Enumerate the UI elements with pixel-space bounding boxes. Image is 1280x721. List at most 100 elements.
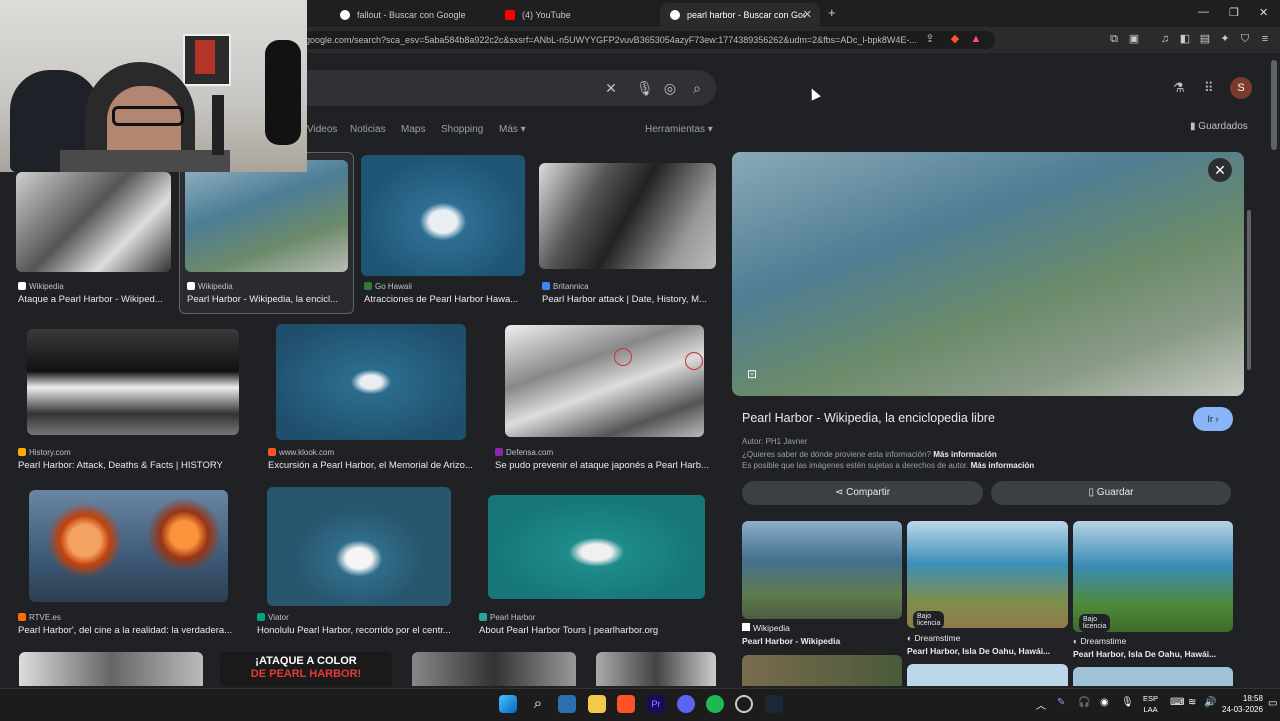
lens-icon[interactable]: ⊡: [747, 367, 757, 381]
search-icon[interactable]: ⌕: [529, 695, 547, 713]
brave-rewards-icon[interactable]: ▲: [970, 33, 982, 45]
panel-scrollbar-thumb[interactable]: [1247, 210, 1251, 370]
window-close-button[interactable]: ✕: [1259, 6, 1268, 19]
tools-button[interactable]: Herramientas ▾: [645, 124, 713, 135]
widgets-icon[interactable]: [558, 695, 576, 713]
file-explorer-icon[interactable]: [588, 695, 606, 713]
tab-youtube[interactable]: (4) YouTube: [495, 3, 655, 27]
leo-icon[interactable]: ✦: [1219, 33, 1231, 45]
pen-icon[interactable]: ✎: [1057, 697, 1065, 708]
result-title[interactable]: About Pearl Harbor Tours | pearlharbor.o…: [479, 625, 709, 636]
result-title[interactable]: Ataque a Pearl Harbor - Wikiped...: [18, 294, 173, 305]
tab-close-icon[interactable]: ✕: [803, 8, 812, 21]
related-image[interactable]: [1073, 667, 1233, 686]
new-tab-button[interactable]: +: [828, 5, 836, 20]
result-image[interactable]: [412, 652, 576, 686]
preview-title[interactable]: Pearl Harbor - Wikipedia, la enciclopedi…: [742, 411, 995, 425]
result-image[interactable]: [276, 324, 466, 440]
result-title[interactable]: Pearl Harbor', del cine a la realidad: l…: [18, 625, 240, 636]
result-image[interactable]: [267, 487, 451, 606]
labs-flask-icon[interactable]: ⚗: [1173, 80, 1185, 96]
related-title[interactable]: Pearl Harbor, Isla De Oahu, Hawái...: [907, 646, 1067, 656]
menu-icon[interactable]: ≡: [1259, 33, 1271, 45]
volume-icon[interactable]: 🔊: [1204, 697, 1216, 708]
minimize-button[interactable]: —: [1198, 6, 1209, 18]
brave-browser-icon[interactable]: [617, 695, 635, 713]
result-image[interactable]: [16, 172, 171, 272]
avatar[interactable]: S: [1230, 77, 1252, 99]
sidebar-icon[interactable]: ◧: [1179, 33, 1191, 45]
result-title[interactable]: Excursión a Pearl Harbor, el Memorial de…: [268, 460, 476, 471]
result-title[interactable]: Pearl Harbor - Wikipedia, la encicl...: [187, 294, 342, 305]
tab-mas[interactable]: Más ▾: [499, 124, 526, 135]
result-title[interactable]: Honolulu Pearl Harbor, recorrido por el …: [257, 625, 457, 636]
music-icon[interactable]: ♫: [1159, 33, 1171, 45]
result-image[interactable]: [27, 329, 239, 435]
result-image[interactable]: [185, 160, 348, 272]
preview-image[interactable]: [732, 152, 1244, 396]
more-info-link[interactable]: Más información: [933, 450, 997, 459]
related-title[interactable]: Pearl Harbor - Wikipedia: [742, 636, 902, 646]
search-icon[interactable]: ⌕: [689, 80, 705, 96]
result-image[interactable]: [539, 163, 716, 269]
related-image[interactable]: [907, 664, 1068, 686]
discord-icon[interactable]: [677, 695, 695, 713]
share-icon[interactable]: ⇪: [924, 33, 936, 45]
result-image[interactable]: [488, 495, 705, 599]
related-image[interactable]: [742, 655, 902, 686]
result-image[interactable]: [19, 652, 203, 686]
headset-icon[interactable]: 🎧: [1078, 697, 1090, 708]
tab-noticias[interactable]: Noticias: [350, 124, 386, 135]
close-preview-button[interactable]: ✕: [1208, 158, 1232, 182]
reader-icon[interactable]: ▣: [1128, 33, 1140, 45]
result-image[interactable]: [361, 155, 525, 276]
start-icon[interactable]: [499, 695, 517, 713]
wallet-icon[interactable]: ▤: [1199, 33, 1211, 45]
google-favicon-icon: [340, 10, 350, 20]
brave-shield-icon[interactable]: ◆: [949, 33, 961, 45]
extensions-icon[interactable]: ⧉: [1108, 33, 1120, 45]
spotify-icon[interactable]: [706, 695, 724, 713]
scrollbar-thumb[interactable]: [1271, 60, 1277, 150]
clock[interactable]: 18:58 24-03-2026: [1222, 693, 1263, 715]
language-indicator[interactable]: ESP LAA: [1143, 693, 1158, 715]
date: 24-03-2026: [1222, 705, 1263, 714]
network-icon[interactable]: ⌨: [1170, 697, 1184, 708]
address-bar[interactable]: google.com/search?sca_esv=5aba584b8a922c…: [300, 31, 995, 49]
result-image[interactable]: [505, 325, 704, 437]
result-title[interactable]: Atracciones de Pearl Harbor Hawa...: [364, 294, 524, 305]
result-image[interactable]: ¡ATAQUE A COLOR DE PEARL HARBOR!: [220, 652, 392, 686]
related-title[interactable]: Pearl Harbor, Isla De Oahu, Hawái...: [1073, 649, 1233, 659]
tab-pearl-harbor[interactable]: pearl harbor - Buscar con Google ✕: [660, 3, 820, 27]
steam-icon[interactable]: [765, 695, 783, 713]
save-button[interactable]: ▯ Guardar: [991, 481, 1231, 505]
apps-grid-icon[interactable]: ⠿: [1204, 80, 1214, 96]
wifi-icon[interactable]: ≋: [1188, 697, 1196, 708]
steam-tray-icon[interactable]: ◉: [1100, 697, 1109, 708]
tab-maps[interactable]: Maps: [401, 124, 425, 135]
share-button[interactable]: ⋖ Compartir: [742, 481, 983, 505]
tab-fallout[interactable]: fallout - Buscar con Google: [330, 3, 490, 27]
tab-shopping[interactable]: Shopping: [441, 124, 483, 135]
visit-button[interactable]: Ir ›: [1193, 407, 1233, 431]
more-info-link[interactable]: Más información: [971, 461, 1035, 470]
tab-videos[interactable]: Videos: [307, 124, 337, 135]
result-title[interactable]: Se pudo prevenir el ataque japonés a Pea…: [495, 460, 710, 471]
tray-chevron-icon[interactable]: ︿: [1036, 697, 1046, 712]
microphone-icon[interactable]: 🎙: [636, 80, 654, 96]
saved-button[interactable]: ▮ Guardados: [1190, 121, 1248, 132]
restore-button[interactable]: ❐: [1229, 6, 1239, 19]
result-title[interactable]: Pearl Harbor: Attack, Deaths & Facts | H…: [18, 460, 248, 471]
clear-search-icon[interactable]: ✕: [603, 80, 619, 96]
obs-icon[interactable]: [735, 695, 753, 713]
related-image[interactable]: [742, 521, 902, 619]
notifications-icon[interactable]: ▭: [1268, 698, 1277, 709]
lens-icon[interactable]: ◎: [662, 80, 678, 96]
result-source-label: RTVE.es: [29, 613, 61, 622]
result-image[interactable]: [29, 490, 228, 602]
result-title[interactable]: Pearl Harbor attack | Date, History, M..…: [542, 294, 714, 305]
mic-tray-icon[interactable]: 🎙: [1121, 697, 1134, 708]
result-image[interactable]: [596, 652, 716, 686]
premiere-icon[interactable]: Pr: [647, 695, 665, 713]
vpn-icon[interactable]: ⛉: [1239, 33, 1251, 45]
